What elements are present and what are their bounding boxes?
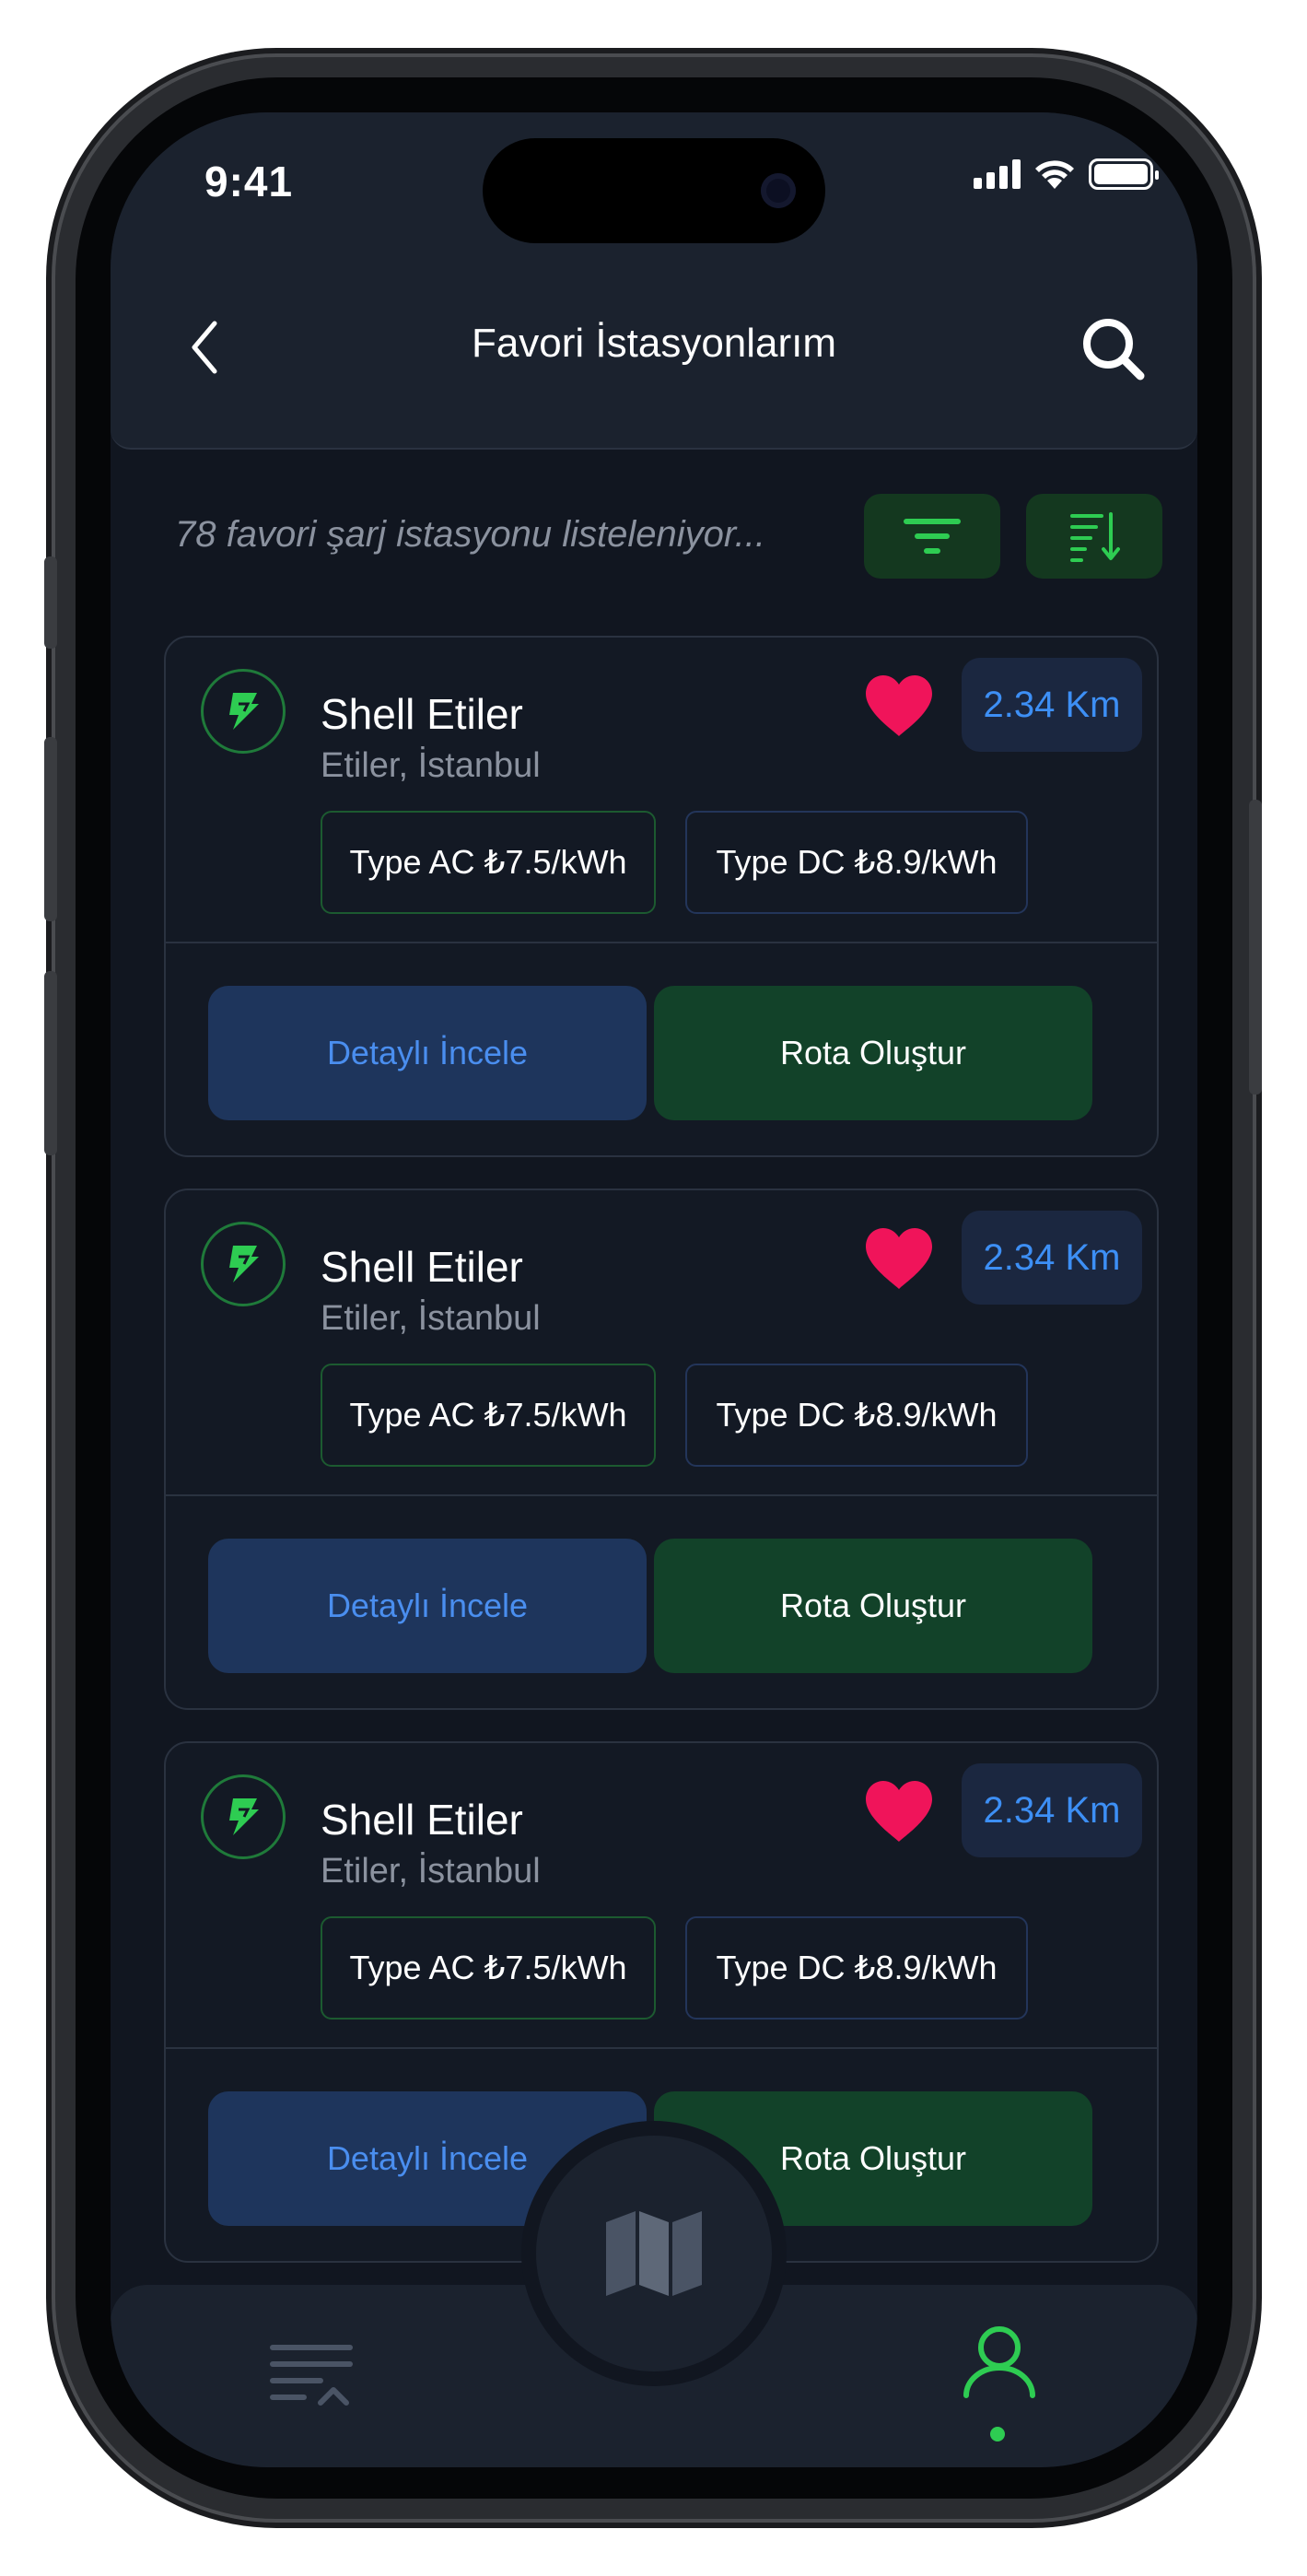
power-button [1249, 800, 1262, 1095]
connector-tag-ac: Type AC ₺7.5/kWh [321, 1364, 656, 1467]
distance-badge: 2.34 Km [962, 1211, 1142, 1305]
connector-tag-ac: Type AC ₺7.5/kWh [321, 1916, 656, 2020]
station-card-info: Shell Etiler Etiler, İstanbul 2.34 Km Ty… [166, 638, 1157, 943]
wifi-icon [1035, 160, 1074, 189]
page-title: Favori İstasyonlarım [471, 321, 837, 366]
station-brand-logo [201, 1222, 286, 1306]
volume-up-button [44, 737, 57, 921]
charging-bolt-icon [229, 693, 259, 730]
active-tab-indicator [990, 2427, 1005, 2441]
tab-profile[interactable] [958, 2324, 1041, 2425]
charging-bolt-icon [229, 1798, 259, 1835]
station-card-info: Shell Etiler Etiler, İstanbul 2.34 Km Ty… [166, 1743, 1157, 2049]
tab-list[interactable] [267, 2338, 356, 2412]
station-name: Shell Etiler [321, 1243, 523, 1291]
status-icons [974, 158, 1159, 190]
profile-icon [963, 2326, 1035, 2398]
header: 9:41 Favori İstasyonlarım [111, 112, 1197, 450]
detail-button[interactable]: Detaylı İncele [208, 986, 647, 1120]
map-icon [606, 2211, 702, 2296]
heart-icon [866, 1228, 932, 1289]
filter-button[interactable] [864, 494, 1000, 579]
camera-icon [761, 173, 796, 208]
cellular-signal-icon [974, 159, 1021, 189]
app-screen: 9:41 Favori İstasyonlarım 78 favori şarj… [111, 112, 1197, 2467]
distance-badge: 2.34 Km [962, 1763, 1142, 1857]
search-icon [1083, 319, 1145, 381]
search-button[interactable] [1076, 311, 1149, 385]
list-icon [270, 2345, 353, 2406]
station-brand-logo [201, 669, 286, 754]
station-card: Shell Etiler Etiler, İstanbul 2.34 Km Ty… [164, 1188, 1159, 1710]
map-button[interactable] [521, 2121, 787, 2386]
sort-icon [1070, 512, 1120, 562]
station-card-info: Shell Etiler Etiler, İstanbul 2.34 Km Ty… [166, 1190, 1157, 1496]
connector-tag-dc: Type DC ₺8.9/kWh [685, 811, 1028, 914]
station-name: Shell Etiler [321, 1796, 523, 1844]
station-name: Shell Etiler [321, 690, 523, 738]
filter-icon [904, 519, 961, 554]
station-location: Etiler, İstanbul [321, 746, 541, 785]
favorite-button[interactable] [862, 1222, 936, 1295]
list-count-text: 78 favori şarj istasyonu listeleniyor... [175, 514, 766, 555]
status-time: 9:41 [204, 158, 294, 205]
connector-tag-ac: Type AC ₺7.5/kWh [321, 811, 656, 914]
map-button-inner [536, 2136, 772, 2371]
station-location: Etiler, İstanbul [321, 1852, 541, 1891]
heart-icon [866, 1781, 932, 1842]
create-route-button[interactable]: Rota Oluştur [654, 1539, 1092, 1673]
create-route-button[interactable]: Rota Oluştur [654, 986, 1092, 1120]
station-location: Etiler, İstanbul [321, 1299, 541, 1338]
heart-icon [866, 675, 932, 736]
sort-button[interactable] [1026, 494, 1162, 579]
connector-tag-dc: Type DC ₺8.9/kWh [685, 1364, 1028, 1467]
station-card: Shell Etiler Etiler, İstanbul 2.34 Km Ty… [164, 636, 1159, 1157]
battery-icon [1089, 158, 1159, 190]
favorite-button[interactable] [862, 669, 936, 743]
charging-bolt-icon [229, 1246, 259, 1282]
dynamic-island [483, 138, 825, 243]
mute-switch [44, 556, 57, 649]
detail-button[interactable]: Detaylı İncele [208, 1539, 647, 1673]
volume-down-button [44, 971, 57, 1155]
station-brand-logo [201, 1774, 286, 1859]
favorite-button[interactable] [862, 1774, 936, 1848]
distance-badge: 2.34 Km [962, 658, 1142, 752]
connector-tag-dc: Type DC ₺8.9/kWh [685, 1916, 1028, 2020]
